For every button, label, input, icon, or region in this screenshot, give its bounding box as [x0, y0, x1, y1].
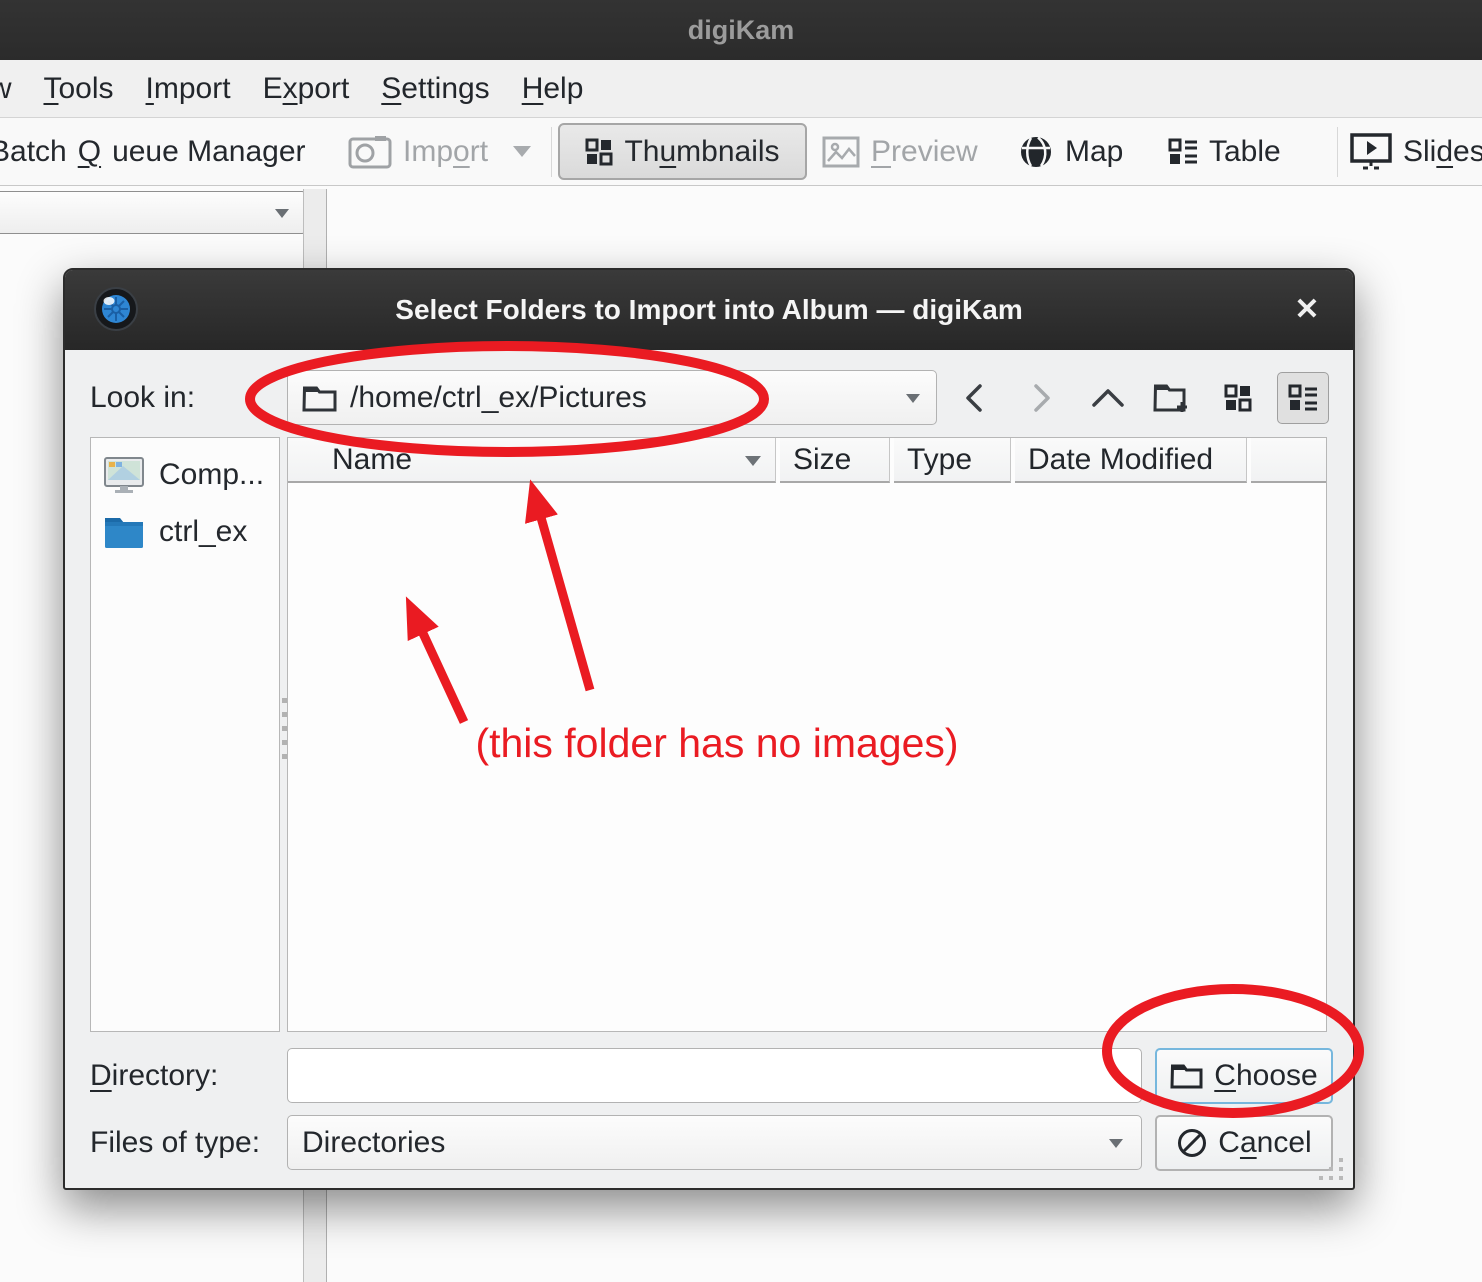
menu-import[interactable]: Import: [130, 72, 247, 106]
back-button[interactable]: [948, 372, 1000, 424]
slideshow-button[interactable]: Slideshow: [1350, 118, 1482, 185]
chevron-down-icon: [906, 394, 920, 403]
forward-button[interactable]: [1016, 372, 1068, 424]
path-combobox[interactable]: /home/ctrl_ex/Pictures: [287, 370, 937, 425]
chevron-down-icon: [1109, 1139, 1123, 1148]
resize-grip-icon[interactable]: [1315, 1156, 1343, 1180]
select-folders-dialog: Select Folders to Import into Album — di…: [63, 268, 1355, 1190]
table-button[interactable]: Table: [1168, 118, 1281, 185]
up-button[interactable]: [1082, 372, 1134, 424]
import-button[interactable]: Import: [348, 118, 531, 185]
folder-blue-icon: [103, 514, 145, 550]
list-header: Name Size Type Date Modified: [288, 438, 1326, 483]
close-icon[interactable]: ✕: [1287, 292, 1327, 328]
cancel-button[interactable]: Cancel: [1155, 1115, 1333, 1171]
cancel-icon: [1176, 1127, 1208, 1159]
menu-help[interactable]: Help: [506, 72, 600, 106]
choose-button[interactable]: Choose: [1155, 1048, 1333, 1104]
place-computer[interactable]: Comp...: [91, 446, 279, 504]
globe-icon: [1018, 134, 1054, 170]
toolbar-separator: [551, 127, 552, 177]
place-label: Comp...: [159, 458, 264, 492]
menu-settings[interactable]: Settings: [365, 72, 505, 106]
column-header-name[interactable]: Name: [288, 438, 776, 483]
album-sort-combobox[interactable]: [0, 191, 306, 234]
new-folder-button[interactable]: [1146, 372, 1198, 424]
files-of-type-value: Directories: [302, 1126, 445, 1160]
thumbnails-icon: [585, 138, 613, 166]
chevron-down-icon: [513, 146, 531, 157]
detail-view-button[interactable]: [1277, 372, 1329, 424]
column-header-size[interactable]: Size: [780, 438, 890, 483]
places-panel: Comp... ctrl_ex: [90, 437, 280, 1032]
directory-input[interactable]: [287, 1048, 1142, 1103]
preview-image-icon: [822, 136, 860, 168]
camera-icon: [348, 134, 392, 170]
window-title: digiKam: [688, 15, 795, 46]
map-button[interactable]: Map: [1018, 118, 1123, 185]
menu-view[interactable]: View: [0, 72, 27, 106]
chevron-down-icon: [275, 209, 289, 218]
toolbar-separator: [1337, 127, 1338, 177]
folder-icon: [1170, 1062, 1204, 1090]
main-toolbar: Batch Queue Manager Import Thumbnails Pr…: [0, 118, 1482, 186]
icon-view-button[interactable]: [1212, 372, 1264, 424]
menu-export[interactable]: Export: [247, 72, 366, 106]
thumbnails-button[interactable]: Thumbnails: [558, 123, 807, 180]
slideshow-icon: [1350, 133, 1392, 171]
sort-descending-icon: [745, 456, 761, 466]
directory-label: Directory:: [90, 1048, 218, 1103]
menubar: View Tools Import Export Settings Help: [0, 60, 1482, 118]
dialog-titlebar[interactable]: Select Folders to Import into Album — di…: [65, 270, 1353, 350]
files-of-type-combobox[interactable]: Directories: [287, 1115, 1142, 1170]
batch-queue-manager-button[interactable]: Batch Queue Manager: [0, 118, 306, 185]
place-home[interactable]: ctrl_ex: [91, 504, 279, 560]
folder-list[interactable]: Name Size Type Date Modified: [287, 437, 1327, 1032]
look-in-label: Look in:: [90, 370, 195, 425]
column-header-filler: [1251, 438, 1326, 483]
dialog-title: Select Folders to Import into Album — di…: [395, 294, 1022, 326]
preview-button[interactable]: Preview: [822, 118, 978, 185]
column-header-date-modified[interactable]: Date Modified: [1015, 438, 1247, 483]
table-view-icon: [1168, 138, 1198, 166]
computer-icon: [103, 456, 145, 494]
place-label: ctrl_ex: [159, 515, 247, 549]
folder-icon: [302, 383, 338, 413]
current-path: /home/ctrl_ex/Pictures: [350, 381, 647, 415]
digikam-logo-icon: [93, 286, 139, 332]
window-titlebar: digiKam: [0, 0, 1482, 60]
column-header-type[interactable]: Type: [894, 438, 1011, 483]
files-of-type-label: Files of type:: [90, 1115, 260, 1170]
menu-tools[interactable]: Tools: [27, 72, 129, 106]
